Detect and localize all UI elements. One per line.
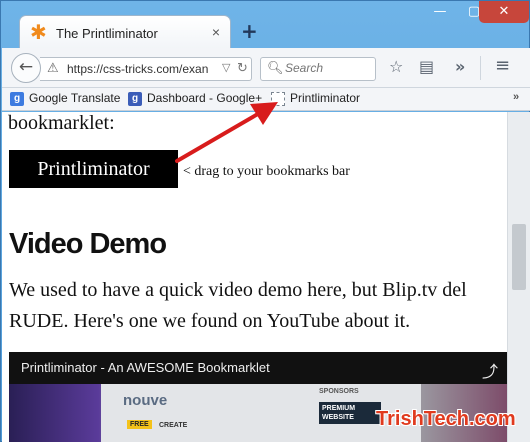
- menu-icon[interactable]: ≡: [495, 55, 510, 76]
- window-close-button[interactable]: ✕: [479, 1, 529, 23]
- video-title[interactable]: Printliminator - An AWESOME Bookmarklet: [21, 360, 270, 375]
- toolbar-overflow-icon[interactable]: »: [455, 57, 465, 76]
- toolbar-separator: [480, 56, 481, 80]
- bookmarks-overflow-icon[interactable]: »: [513, 91, 519, 103]
- video-title-bar: Printliminator - An AWESOME Bookmarklet …: [9, 352, 507, 384]
- warning-icon[interactable]: ⚠: [47, 61, 59, 76]
- url-text[interactable]: https://css-tricks.com/exan: [67, 62, 217, 76]
- bookmark-label: Dashboard - Google+: [147, 91, 263, 105]
- history-dropdown-icon[interactable]: ▽: [222, 61, 230, 74]
- blank-page-icon: [271, 91, 285, 106]
- bookmarklet-label: bookmarklet:: [8, 112, 115, 134]
- thumbnail-premium-label: PREMIUM WEBSITE: [319, 402, 381, 424]
- share-icon[interactable]: ⤴: [482, 358, 498, 382]
- reading-list-icon[interactable]: ▤: [419, 57, 434, 76]
- url-bar[interactable]: ⚠ https://css-tricks.com/exan ▽ ↻: [40, 57, 252, 81]
- thumbnail-create-label: CREATE: [159, 422, 188, 429]
- watermark: TrishTech.com: [376, 408, 516, 430]
- paragraph-line: RUDE. Here's one we found on YouTube abo…: [9, 310, 411, 332]
- reload-icon[interactable]: ↻: [237, 61, 248, 76]
- bookmark-label: Google Translate: [29, 91, 121, 105]
- scrollbar-thumb[interactable]: [512, 224, 526, 290]
- tab-printliminator[interactable]: ✱ The Printliminator ×: [19, 15, 231, 49]
- browser-window: — ▢ ✕ ✱ The Printliminator × + ⚠ https:/…: [0, 0, 530, 442]
- search-icon: 🔍︎: [267, 61, 284, 76]
- tab-close-icon[interactable]: ×: [212, 24, 220, 40]
- back-button[interactable]: ←: [11, 53, 41, 83]
- search-input[interactable]: [285, 61, 371, 75]
- thumbnail-screenshot: nouve SPONSORS PREMIUM WEBSITE FREE CREA…: [101, 384, 421, 442]
- thumbnail-free-badge: FREE: [127, 420, 152, 429]
- bookmark-label: Printliminator: [290, 91, 361, 105]
- css-tricks-favicon-icon: ✱: [30, 20, 47, 44]
- thumbnail-sponsors-label: SPONSORS: [319, 388, 359, 395]
- tab-title: The Printliminator: [56, 26, 158, 41]
- printliminator-bookmarklet-button[interactable]: Printliminator: [9, 150, 178, 188]
- drag-hint-text: < drag to your bookmarks bar: [183, 164, 350, 179]
- google-plus-icon: g: [128, 91, 142, 106]
- minimize-button[interactable]: —: [423, 1, 457, 23]
- bookmark-google-translate[interactable]: g Google Translate: [10, 91, 120, 106]
- page-scrollbar[interactable]: [507, 112, 530, 442]
- new-tab-button[interactable]: +: [241, 19, 258, 43]
- paragraph-line: We used to have a quick video demo here,…: [9, 279, 467, 301]
- navigation-toolbar: ⚠ https://css-tricks.com/exan ▽ ↻ ← 🔍︎ ☆…: [2, 48, 530, 88]
- search-box[interactable]: 🔍︎: [260, 57, 376, 81]
- thumbnail-logo: nouve: [123, 392, 168, 409]
- video-demo-heading: Video Demo: [9, 228, 167, 260]
- google-translate-icon: g: [10, 91, 24, 106]
- bookmarks-bar: g Google Translate g Dashboard - Google+ P…: [2, 88, 530, 111]
- bookmark-star-icon[interactable]: ☆: [389, 57, 403, 76]
- bookmark-dashboard-google-plus[interactable]: g Dashboard - Google+: [128, 91, 262, 106]
- video-demo-paragraph: We used to have a quick video demo here,…: [9, 275, 507, 337]
- bookmark-printliminator[interactable]: Printliminator: [271, 91, 360, 106]
